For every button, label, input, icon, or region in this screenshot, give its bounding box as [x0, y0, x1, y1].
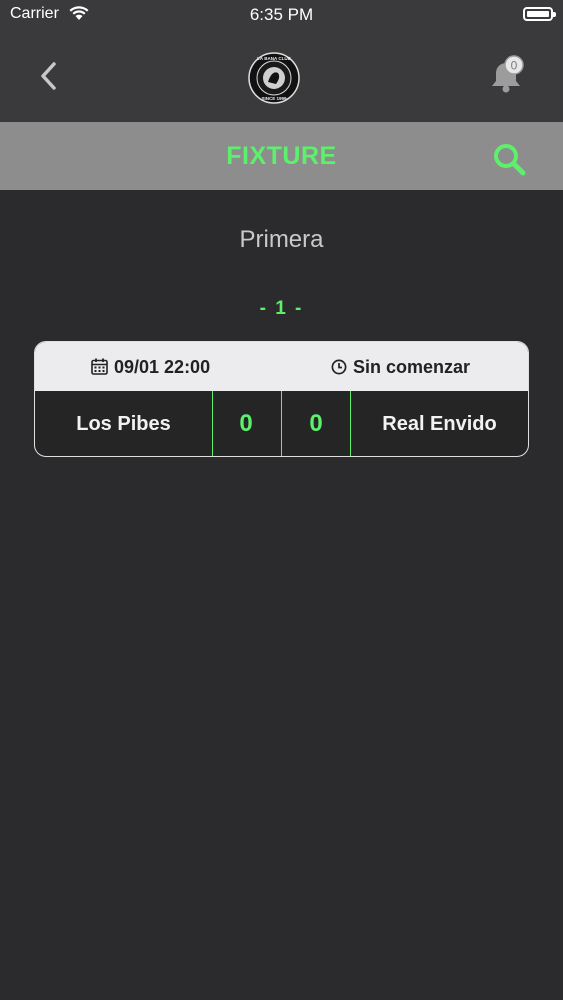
- title-bar: FIXTURE: [0, 122, 563, 190]
- svg-text:LA BANA CLUB: LA BANA CLUB: [257, 56, 291, 61]
- round-label: - 1 -: [259, 298, 304, 319]
- calendar-icon: [91, 358, 108, 375]
- navbar: LA BANA CLUB SINCE 1999 0: [0, 30, 563, 122]
- match-card[interactable]: 09/01 22:00 Sin comenzar Los Pibes 0 0 R…: [34, 341, 529, 457]
- match-card-body: Los Pibes 0 0 Real Envido: [35, 391, 528, 456]
- away-score: 0: [309, 410, 323, 437]
- match-date-text: 09/01 22:00: [114, 357, 211, 377]
- match-status: Sin comenzar: [331, 357, 470, 378]
- clock-icon: [331, 359, 347, 375]
- svg-text:SINCE 1999: SINCE 1999: [261, 96, 287, 101]
- home-team-name: Los Pibes: [76, 413, 171, 435]
- battery-icon: [523, 7, 556, 21]
- match-date: 09/01 22:00: [91, 357, 210, 378]
- home-score: 0: [239, 410, 253, 437]
- club-logo: LA BANA CLUB SINCE 1999: [248, 52, 300, 104]
- division-name: Primera: [239, 226, 324, 253]
- notification-badge-count: 0: [511, 59, 518, 73]
- clock-time: 6:35 PM: [249, 5, 314, 24]
- page-title: FIXTURE: [226, 142, 337, 170]
- away-team-name: Real Envido: [382, 413, 497, 435]
- back-chevron-icon[interactable]: [34, 56, 68, 96]
- match-card-header: 09/01 22:00 Sin comenzar: [35, 342, 528, 391]
- match-status-text: Sin comenzar: [353, 357, 471, 377]
- bell-icon[interactable]: 0: [484, 54, 528, 98]
- status-bar: Carrier 6:35 PM: [0, 0, 563, 30]
- search-icon[interactable]: [490, 140, 528, 178]
